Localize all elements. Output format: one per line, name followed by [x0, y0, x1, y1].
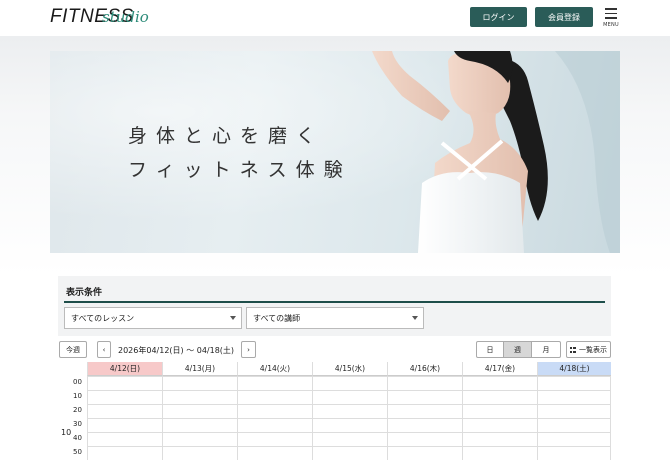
grid-row-line: [87, 446, 611, 447]
day-header: 4/12(日): [87, 362, 162, 376]
teacher-select[interactable]: すべての講師: [246, 307, 424, 329]
next-week-button[interactable]: ›: [241, 341, 256, 358]
list-icon: [570, 346, 576, 353]
grid-column-line: [537, 376, 538, 460]
grid-row-line: [87, 418, 611, 419]
logo-script-text: studio: [102, 8, 149, 26]
date-range: 2026年04/12(日) 〜 04/18(土): [118, 346, 235, 355]
minute-label: 50: [73, 448, 82, 456]
grid-column-line: [610, 376, 611, 460]
hero-headline-1: 身体と心を磨く: [128, 125, 325, 147]
filter-panel: 表示条件 すべてのレッスン すべての講師: [58, 276, 611, 336]
grid-row-line: [87, 432, 611, 433]
grid-row-line: [87, 390, 611, 391]
minute-label: 30: [73, 420, 82, 428]
grid-row-line: [87, 376, 611, 377]
grid-row-line: [87, 404, 611, 405]
day-header: 4/14(火): [237, 362, 312, 376]
lesson-select[interactable]: すべてのレッスン: [64, 307, 242, 329]
day-header: 4/17(金): [462, 362, 537, 376]
grid-column-line: [87, 376, 88, 460]
view-month-button[interactable]: 月: [531, 341, 561, 358]
week-calendar: 4/12(日) 4/13(月) 4/14(火) 4/15(水) 4/16(木) 4/17(…: [59, 362, 611, 460]
day-header: 4/13(月): [162, 362, 237, 376]
lesson-select-value: すべてのレッスン: [71, 313, 135, 323]
teacher-select-value: すべての講師: [253, 313, 301, 323]
grid-column-line: [237, 376, 238, 460]
hero-banner: 身体と心を磨く フィットネス体験: [50, 51, 620, 253]
grid-column-line: [162, 376, 163, 460]
day-header: 4/15(水): [312, 362, 387, 376]
prev-week-button[interactable]: ‹: [97, 341, 111, 358]
dropdown-caret-icon: [412, 316, 418, 320]
filter-title: 表示条件: [66, 288, 103, 298]
this-week-button[interactable]: 今週: [59, 341, 87, 358]
hero-headline-2: フィットネス体験: [128, 159, 352, 181]
time-column: 10 00 10 20 30 40 50: [59, 376, 87, 460]
list-view-label: 一覧表示: [579, 345, 607, 354]
filter-divider: [64, 301, 605, 303]
minute-label: 40: [73, 434, 82, 442]
menu-button[interactable]: MENU: [601, 8, 621, 30]
minute-label: 00: [73, 378, 82, 386]
dropdown-caret-icon: [230, 316, 236, 320]
day-header: 4/18(土): [537, 362, 611, 376]
hamburger-icon: [601, 8, 621, 19]
day-header: 4/16(木): [387, 362, 462, 376]
grid-column-line: [462, 376, 463, 460]
login-button[interactable]: ログイン: [470, 7, 527, 27]
grid-column-line: [387, 376, 388, 460]
hour-label: 10: [61, 428, 72, 437]
minute-label: 20: [73, 406, 82, 414]
list-view-button[interactable]: 一覧表示: [566, 341, 611, 358]
view-week-button[interactable]: 週: [503, 341, 532, 358]
view-day-button[interactable]: 日: [476, 341, 504, 358]
menu-label: MENU: [603, 21, 619, 28]
minute-label: 10: [73, 392, 82, 400]
grid-column-line: [312, 376, 313, 460]
site-header: FITNESS studio ログイン 会員登録 MENU: [0, 0, 670, 36]
hero-woman-image: [372, 51, 620, 253]
register-button[interactable]: 会員登録: [535, 7, 593, 27]
